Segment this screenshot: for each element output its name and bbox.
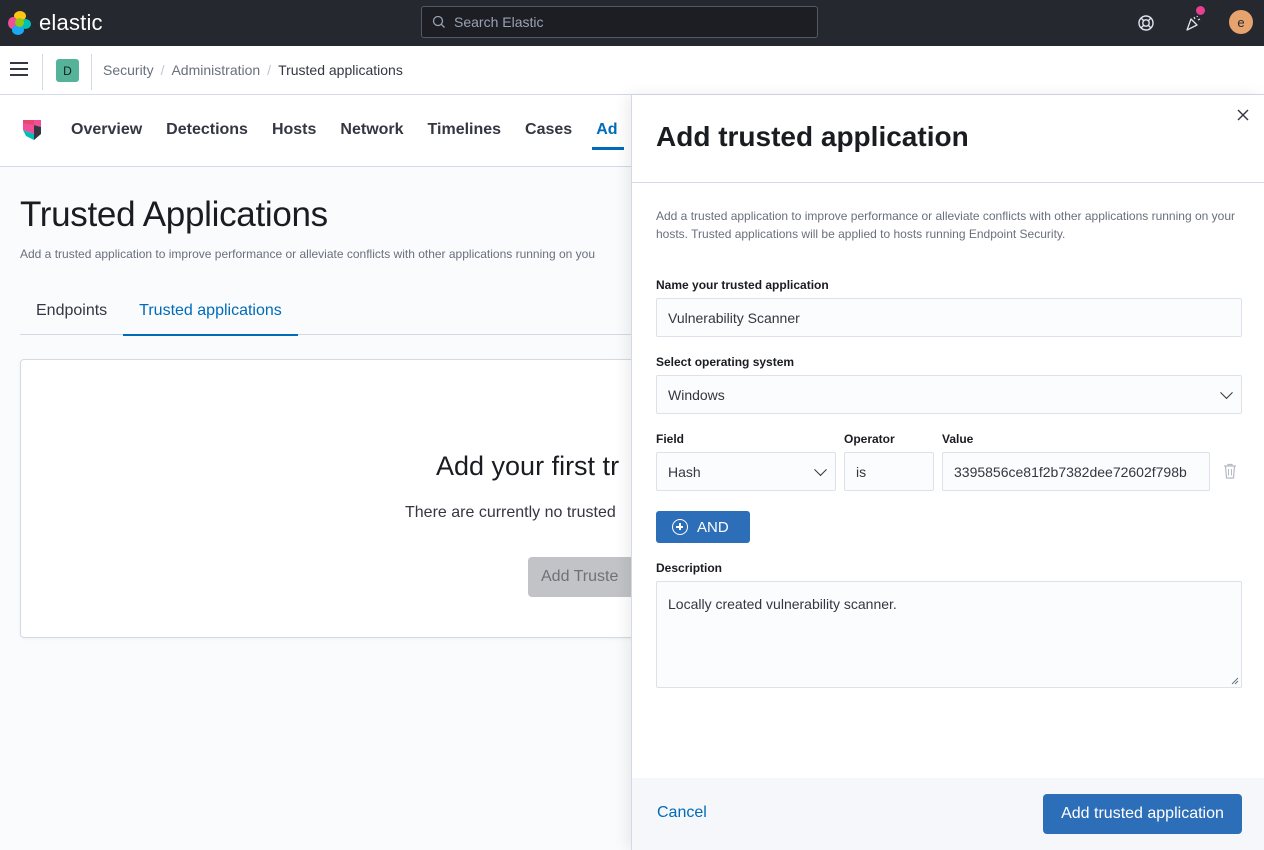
tab-timelines[interactable]: Timelines (428, 95, 502, 167)
tab-hosts[interactable]: Hosts (272, 95, 316, 167)
search-placeholder: Search Elastic (454, 14, 544, 30)
space-avatar[interactable]: D (56, 59, 79, 82)
name-input-value: Vulnerability Scanner (668, 309, 800, 326)
close-icon[interactable] (1236, 108, 1250, 122)
divider (42, 54, 43, 90)
top-header: elastic Search Elastic e (0, 0, 1264, 46)
resize-handle-icon[interactable] (1231, 677, 1239, 685)
field-select-value: Hash (668, 463, 701, 480)
tab-overview[interactable]: Overview (71, 95, 142, 167)
divider (632, 182, 1264, 183)
tab-network[interactable]: Network (340, 95, 403, 167)
value-label: Value (942, 432, 974, 446)
empty-state-title: Add your first tr (436, 451, 620, 481)
elastic-logo[interactable]: elastic (8, 10, 103, 36)
notification-dot (1196, 6, 1205, 15)
divider (91, 54, 92, 90)
help-lifebuoy-icon[interactable] (1134, 11, 1158, 35)
and-button-label: AND (697, 518, 729, 536)
trash-icon[interactable] (1223, 463, 1237, 479)
field-label: Field (656, 432, 685, 446)
logo-text: elastic (39, 10, 103, 35)
os-select-value: Windows (668, 386, 725, 403)
value-input-value: 3395856ce81f2b7382dee72602f798b (954, 463, 1187, 480)
description-label: Description (656, 561, 723, 575)
hamburger-menu-icon[interactable] (10, 62, 28, 78)
plus-in-circle-icon (672, 519, 688, 535)
search-icon (432, 15, 445, 28)
newsfeed-cheer-icon[interactable] (1181, 6, 1205, 35)
description-value: Locally created vulnerability scanner. (668, 596, 897, 612)
os-select[interactable]: Windows (656, 375, 1242, 414)
flyout-footer: Cancel Add trusted application (632, 778, 1264, 850)
tab-cases[interactable]: Cases (525, 95, 572, 167)
value-input[interactable]: 3395856ce81f2b7382dee72602f798b (942, 452, 1210, 491)
add-and-condition-button[interactable]: AND (656, 511, 750, 543)
operator-input: is (844, 452, 934, 491)
admin-subtabs: Endpoints Trusted applications (20, 290, 720, 336)
security-app-logo-icon[interactable] (22, 118, 42, 142)
breadcrumb: Security / Administration / Trusted appl… (103, 62, 403, 78)
security-nav-tabs: Overview Detections Hosts Network Timeli… (71, 95, 642, 167)
cancel-button[interactable]: Cancel (657, 804, 707, 822)
empty-state-text: There are currently no trusted (405, 504, 616, 521)
breadcrumb-bar: D Security / Administration / Trusted ap… (0, 46, 1264, 95)
page-description: Add a trusted application to improve per… (20, 247, 595, 261)
chevron-down-icon (814, 462, 827, 476)
add-trusted-application-flyout: Add trusted application Add a trusted ap… (631, 95, 1264, 850)
breadcrumb-separator: / (160, 62, 165, 78)
breadcrumb-separator: / (267, 62, 272, 78)
name-input[interactable]: Vulnerability Scanner (656, 298, 1242, 337)
tab-administration[interactable]: Ad (592, 95, 624, 167)
tab-endpoints[interactable]: Endpoints (20, 290, 123, 335)
name-label: Name your trusted application (656, 278, 829, 292)
global-search-input[interactable]: Search Elastic (421, 6, 818, 38)
breadcrumb-security[interactable]: Security (103, 62, 154, 78)
os-label: Select operating system (656, 355, 795, 369)
chevron-down-icon (1220, 385, 1233, 399)
field-select[interactable]: Hash (656, 452, 836, 491)
operator-label: Operator (844, 432, 895, 446)
description-textarea[interactable]: Locally created vulnerability scanner. (656, 581, 1242, 688)
user-avatar[interactable]: e (1229, 10, 1253, 34)
page-title: Trusted Applications (20, 195, 328, 234)
breadcrumb-administration[interactable]: Administration (171, 62, 260, 78)
flyout-title: Add trusted application (656, 121, 969, 152)
operator-value: is (856, 463, 867, 480)
flyout-description: Add a trusted application to improve per… (656, 209, 1235, 241)
tab-detections[interactable]: Detections (166, 95, 248, 167)
elastic-cluster-icon (8, 11, 32, 35)
breadcrumb-trusted-applications: Trusted applications (278, 62, 403, 78)
add-trusted-application-button[interactable]: Add trusted application (1043, 794, 1242, 834)
tab-trusted-applications[interactable]: Trusted applications (123, 290, 298, 336)
